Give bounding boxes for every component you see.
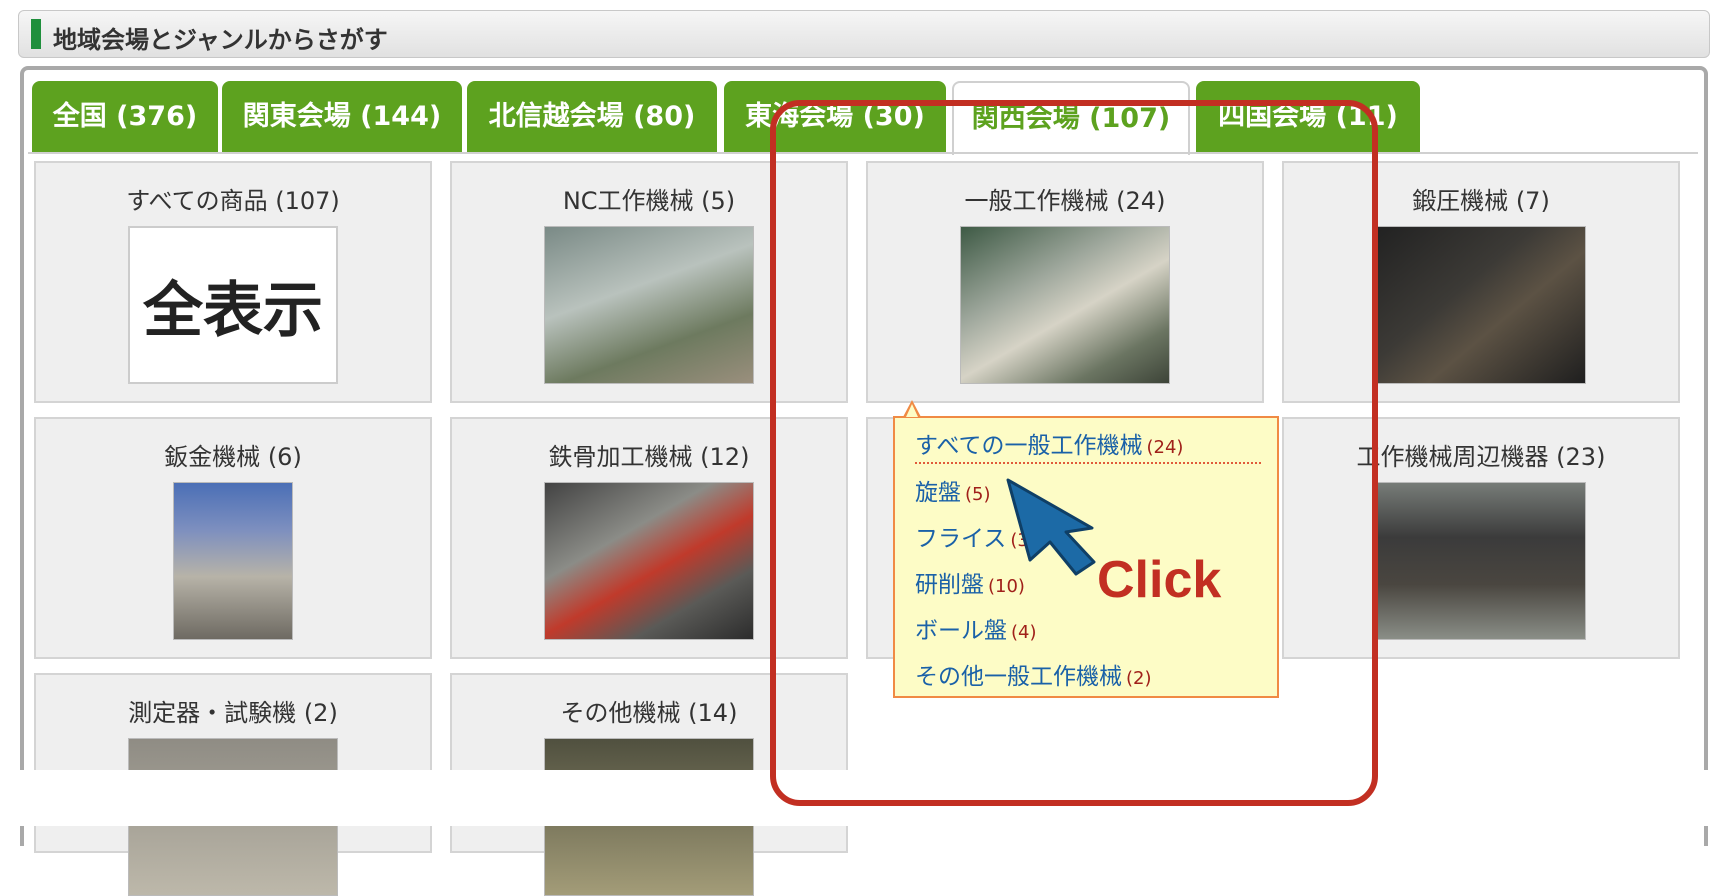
section-header: 地域会場とジャンルからさがす [18, 10, 1710, 58]
category-image [1376, 226, 1586, 384]
category-image [544, 226, 754, 384]
category-label: すべての商品 (107) [126, 187, 340, 215]
section-title: 地域会場とジャンルからさがす [53, 26, 388, 54]
category-sheet-metal[interactable]: 鈑金機械 (6) [34, 417, 432, 659]
category-measuring[interactable]: 測定器・試験機 (2) [34, 673, 432, 896]
category-label: 鈑金機械 (6) [164, 443, 302, 471]
tab-zenkoku[interactable]: 全国 (376) [32, 81, 218, 153]
category-image [173, 482, 293, 640]
category-image [1376, 482, 1586, 640]
category-all[interactable]: すべての商品 (107) 全表示 [34, 161, 432, 403]
header-accent-bar [31, 19, 41, 49]
category-image: 全表示 [128, 226, 338, 384]
tab-hokushinetsu[interactable]: 北信越会場 (80) [467, 81, 717, 153]
tab-kanto[interactable]: 関東会場 (144) [222, 81, 462, 153]
highlight-frame [770, 100, 1378, 806]
click-annotation: Click [1097, 551, 1222, 609]
category-label: 測定器・試験機 (2) [128, 699, 338, 727]
category-image [544, 482, 754, 640]
show-all-image-text: 全表示 [143, 276, 323, 346]
